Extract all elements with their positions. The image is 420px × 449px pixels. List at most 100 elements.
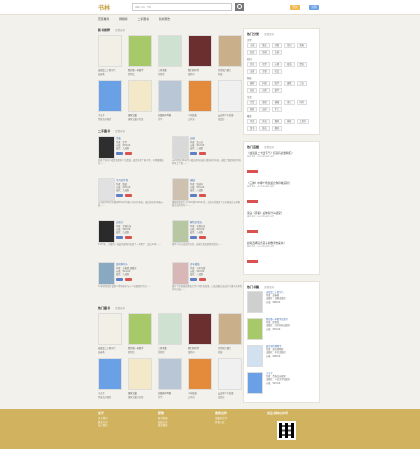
category-tag[interactable]: 建筑 xyxy=(284,81,295,86)
book-item[interactable]: 三体全集 刘慈欣 xyxy=(158,313,184,354)
category-tag[interactable]: 医学 xyxy=(271,81,283,86)
nav-item[interactable]: 畅销榜 xyxy=(119,15,127,23)
more-link[interactable]: 查看更多 xyxy=(115,29,125,32)
hotbook-item[interactable]: 小王子 作者：圣埃克苏佩里 出版社：人民文学出版社 价格：¥25.00 xyxy=(247,372,316,394)
buy-button[interactable] xyxy=(125,194,132,197)
category-tag[interactable]: 科普 xyxy=(259,81,270,86)
detail-button[interactable] xyxy=(116,236,123,239)
topic-item[interactable]: 读完《活着》后你有什么感受？ 来自书友 · 2019年08月22日 xyxy=(247,211,316,237)
search-input[interactable]: 请输入书名、作者 xyxy=(132,3,232,11)
buy-button[interactable] xyxy=(125,278,132,281)
nav-item[interactable]: 首页推荐 xyxy=(98,15,109,23)
more-link[interactable]: 查看更多 xyxy=(115,130,125,133)
category-tag[interactable]: 童书 xyxy=(247,126,258,131)
book-item[interactable]: 国家宝藏 国家宝藏节目组 xyxy=(128,358,154,399)
search-icon[interactable] xyxy=(235,3,244,11)
book-item[interactable]: 我们的时代 梁晓声 xyxy=(188,35,214,76)
category-tag[interactable]: 手工 xyxy=(271,107,283,112)
category-tag[interactable]: 散文 xyxy=(259,43,270,48)
more-link[interactable]: 查看更多 xyxy=(264,146,274,149)
used-book-card[interactable]: 白夜行 作者：东野圭吾 价格：¥20.00 成色：九成新 1973年，大阪的一栋废弃… xyxy=(98,220,168,256)
book-item[interactable]: 国家宝藏 国家宝藏节目组 xyxy=(128,80,154,121)
detail-button[interactable] xyxy=(116,194,123,197)
book-item[interactable]: 三体全集 刘慈欣 xyxy=(158,35,184,76)
hotbook-item[interactable]: 故宫里的博物学 作者：故宫博物院 出版社：中信出版社 价格：¥98.00 xyxy=(247,345,316,367)
category-tag[interactable]: 心理 xyxy=(271,62,283,67)
book-item[interactable]: 我的第一本数学 邱紫纹 xyxy=(128,313,154,354)
footer-link[interactable]: 加入我们 xyxy=(98,424,108,428)
category-tag[interactable]: 古典 xyxy=(271,50,283,55)
footer-link[interactable]: 作者入驻 xyxy=(215,421,227,425)
detail-button[interactable] xyxy=(190,278,197,281)
category-tag[interactable]: 历史 xyxy=(247,62,258,67)
category-tag[interactable]: 纪实 xyxy=(247,50,258,55)
book-item[interactable]: 这就是二十四节气 高春香 xyxy=(98,35,124,76)
used-book-card[interactable]: 解忧杂货店 作者：东野圭吾 价格：¥16.00 成色：八成新 现代人内心流失的东西，… xyxy=(172,220,242,256)
category-tag[interactable]: 运动 xyxy=(259,107,270,112)
more-link[interactable]: 查看更多 xyxy=(264,33,274,36)
login-button[interactable]: 登录 xyxy=(290,5,300,10)
buy-button[interactable] xyxy=(125,236,132,239)
category-tag[interactable]: 励志 xyxy=(259,126,270,131)
category-tag[interactable]: 哲学 xyxy=(259,62,270,67)
detail-button[interactable] xyxy=(190,194,197,197)
buy-button[interactable] xyxy=(125,152,132,155)
category-tag[interactable]: 政治 xyxy=(284,62,295,67)
book-item[interactable]: 人间失格 太宰治 xyxy=(188,80,214,121)
category-tag[interactable]: 教材 xyxy=(271,119,283,124)
book-item[interactable]: 我们的时代 梁晓声 xyxy=(188,313,214,354)
book-item[interactable]: 我的第一本数学 邱紫纹 xyxy=(128,35,154,76)
book-item[interactable]: 小王子 圣埃克苏佩里 xyxy=(98,358,124,399)
buy-button[interactable] xyxy=(199,236,206,239)
category-tag[interactable]: 工业 xyxy=(296,81,307,86)
topic-item[interactable]: 如何选择适合孩子的数学启蒙书？ 来自书友 · 2019年08月20日 xyxy=(247,241,316,267)
book-item[interactable]: 月亮和六便士 毛姆 xyxy=(218,313,244,354)
category-tag[interactable]: 育儿 xyxy=(284,100,295,105)
category-tag[interactable]: 旅游 xyxy=(259,100,270,105)
detail-button[interactable] xyxy=(116,152,123,155)
used-book-card[interactable]: 活着 作者：余华 价格：¥18.00 成色：九成新 讲述了农村人福贵悲惨的人生遭遇。… xyxy=(98,136,168,172)
book-item[interactable]: 人间失格 太宰治 xyxy=(188,358,214,399)
category-tag[interactable]: 外语 xyxy=(259,119,270,124)
category-tag[interactable]: 社会 xyxy=(271,69,283,74)
buy-button[interactable] xyxy=(199,152,206,155)
used-book-card[interactable]: 百年孤独 作者：马尔克斯 价格：¥22.00 成色：八成新 描写了布恩迪亚家族七代人… xyxy=(172,262,242,298)
footer-link[interactable]: 售后服务 xyxy=(158,424,168,428)
category-tag[interactable]: 考试 xyxy=(247,119,258,124)
book-item[interactable]: 在细雨中呼喊 余华 xyxy=(158,80,184,121)
hotbook-item[interactable]: 这就是二十四节气 作者：高春香 出版社：海豚出版社 价格：¥88.00 xyxy=(247,291,316,313)
detail-button[interactable] xyxy=(190,236,197,239)
category-tag[interactable]: 烹饪 xyxy=(247,100,258,105)
book-item[interactable]: 月亮和六便士 毛姆 xyxy=(218,35,244,76)
nav-item[interactable]: 新书预告 xyxy=(159,15,170,23)
topic-item[interactable]: 《三体》中哪个角色最让你印象深刻？ 来自书友 · 2019年08月24日 xyxy=(247,181,316,207)
category-tag[interactable]: 法律 xyxy=(247,69,258,74)
category-tag[interactable]: 外国 xyxy=(259,50,270,55)
detail-button[interactable] xyxy=(190,152,197,155)
site-logo[interactable]: 书林 xyxy=(98,3,110,12)
register-button[interactable]: 注册 xyxy=(309,5,319,10)
category-tag[interactable]: 传记 xyxy=(284,43,295,48)
buy-button[interactable] xyxy=(199,194,206,197)
buy-button[interactable] xyxy=(199,278,206,281)
used-book-card[interactable]: 平凡的世界 作者：路遥 价格：¥25.00 成色：九成新 以中国70年代中期到80年… xyxy=(98,178,168,214)
category-tag[interactable]: 辅导 xyxy=(284,119,295,124)
topic-item[interactable]: 《这就是二十四节气》有没有必要购买？ 来自书友 · 2019年08月26日 xyxy=(247,151,316,177)
category-tag[interactable]: 健康 xyxy=(271,100,283,105)
category-tag[interactable]: 家居 xyxy=(247,107,258,112)
category-tag[interactable]: 工具书 xyxy=(296,119,310,124)
category-tag[interactable]: 时尚 xyxy=(296,100,307,105)
category-tag[interactable]: 军事 xyxy=(259,69,270,74)
book-item[interactable]: 小王子 圣埃克苏佩里 xyxy=(98,80,124,121)
category-tag[interactable]: 教育 xyxy=(271,126,283,131)
category-tag[interactable]: 数学 xyxy=(271,88,283,93)
detail-button[interactable] xyxy=(116,278,123,281)
book-item[interactable]: 这就是二十四节气 高春香 xyxy=(98,313,124,354)
category-tag[interactable]: 编程 xyxy=(247,81,258,86)
used-book-card[interactable]: 边城 作者：沈从文 价格：¥12.50 成色：八成新 以20世纪30年代川湘交界的边… xyxy=(172,136,242,172)
category-tag[interactable]: 农业 xyxy=(247,88,258,93)
more-link[interactable]: 查看更多 xyxy=(264,286,274,289)
category-tag[interactable]: 小说 xyxy=(247,43,258,48)
used-book-card[interactable]: 围城 作者：钱钟书 价格：¥15.00 成色：八成新 围城故事发生于1920到194… xyxy=(172,178,242,214)
used-book-card[interactable]: 追风筝的人 作者：卡勒德·胡赛尼 价格：¥14.00 成色：九成新 12岁的阿富汗富… xyxy=(98,262,168,298)
